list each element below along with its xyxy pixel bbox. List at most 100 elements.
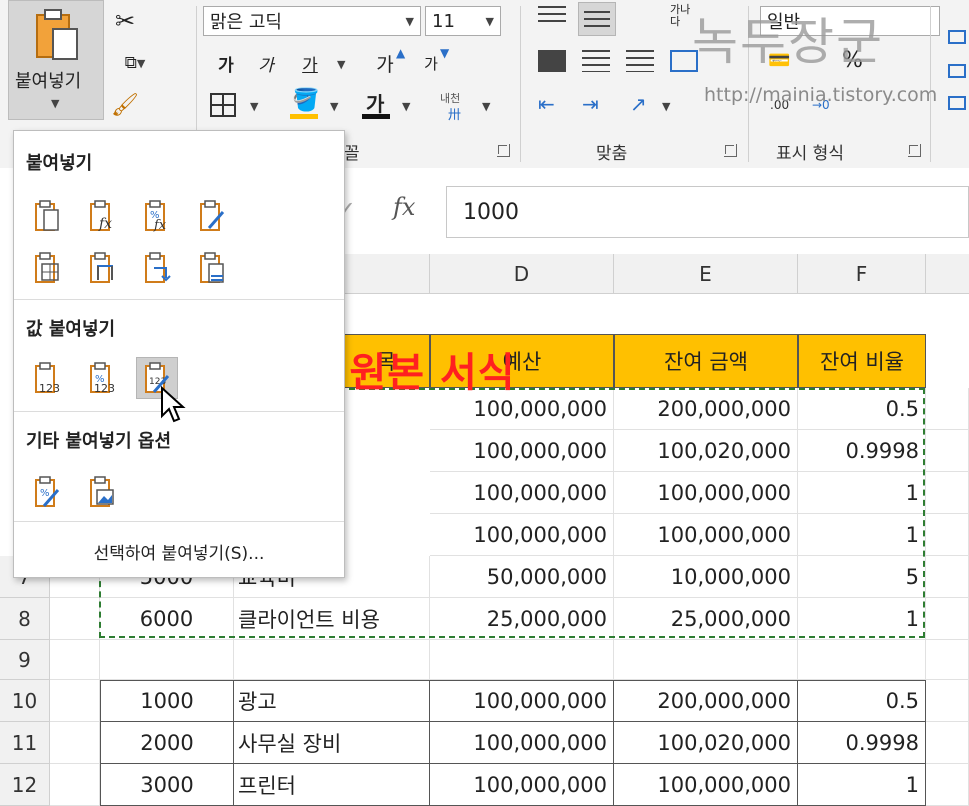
cell-c[interactable]: 사무실 장비 — [234, 722, 430, 764]
font-name-select[interactable]: 맑은 고딕 ▼ — [203, 6, 421, 36]
borders-icon[interactable] — [210, 93, 236, 117]
cell-d[interactable]: 100,000,000 — [430, 722, 614, 764]
cut-icon[interactable]: ✂ — [110, 6, 140, 36]
cell-g[interactable] — [926, 764, 969, 806]
cell-f[interactable]: 0.9998 — [798, 722, 926, 764]
chevron-down-icon[interactable]: ▼ — [250, 100, 258, 113]
grow-arrow-icon: ▲ — [396, 46, 406, 60]
section-paste-title: 붙여넣기 — [26, 153, 93, 174]
align-right-icon[interactable] — [626, 50, 654, 72]
chevron-down-icon[interactable]: ▼ — [482, 100, 490, 113]
cell-g[interactable] — [926, 556, 969, 598]
chevron-down-icon[interactable]: ▼ — [330, 100, 338, 113]
paste-formulas-number-format-icon[interactable]: % fx — [136, 195, 178, 237]
row-header[interactable]: 9 — [0, 640, 50, 680]
cell-e[interactable] — [614, 640, 798, 680]
column-header-c-partial[interactable] — [342, 254, 430, 294]
cell-a[interactable] — [50, 640, 100, 680]
paste-formatting-icon[interactable]: % — [26, 471, 68, 513]
cell-a[interactable] — [50, 722, 100, 764]
font-group-label: 꼴 — [344, 144, 360, 164]
table-format-icon[interactable] — [948, 64, 966, 78]
cell-f[interactable]: 1 — [798, 764, 926, 806]
table-header-cell-f[interactable]: 잔여 비율 — [798, 334, 926, 388]
copy-icon[interactable]: ⧉ ▼ — [110, 48, 160, 78]
paste-icon[interactable] — [26, 195, 68, 237]
cell-d[interactable]: 100,000,000 — [430, 764, 614, 806]
decrease-indent-icon[interactable]: ⇤ — [538, 92, 555, 116]
paste-keep-source-formatting-icon[interactable] — [191, 195, 233, 237]
cell-e[interactable]: 200,000,000 — [614, 680, 798, 722]
column-header-e[interactable]: E — [614, 254, 798, 294]
cell-a[interactable] — [50, 598, 100, 640]
row-header[interactable]: 12 — [0, 764, 50, 806]
bold-button[interactable]: 가 — [212, 50, 240, 76]
chevron-down-icon[interactable]: ▼ — [337, 58, 345, 71]
insert-function-button[interactable]: fx — [393, 193, 415, 221]
formula-input[interactable]: 1000 — [446, 186, 969, 238]
underline-button[interactable]: 가 — [296, 50, 324, 76]
cell-b[interactable]: 1000 — [100, 680, 234, 722]
cell-g[interactable] — [926, 598, 969, 640]
cell-e[interactable]: 100,020,000 — [614, 722, 798, 764]
paste-transpose-icon[interactable] — [136, 247, 178, 289]
row-header[interactable]: 8 — [0, 598, 50, 640]
cell-g[interactable] — [926, 388, 969, 430]
chevron-down-icon[interactable]: ▼ — [662, 100, 670, 113]
number-dialog-launcher-icon[interactable] — [908, 144, 921, 157]
svg-text:%: % — [40, 488, 50, 499]
fill-color-icon[interactable]: 🪣 — [292, 88, 319, 113]
align-center-icon[interactable] — [582, 50, 610, 72]
paste-values-icon[interactable]: 123 — [26, 357, 68, 399]
cell-a[interactable] — [50, 680, 100, 722]
alignment-dialog-launcher-icon[interactable] — [724, 144, 737, 157]
row-header[interactable]: 11 — [0, 722, 50, 764]
cell-d[interactable]: 100,000,000 — [430, 680, 614, 722]
cell-g[interactable] — [926, 680, 969, 722]
paste-special-link[interactable]: 선택하여 붙여넣기(S)... — [14, 539, 344, 564]
format-painter-icon[interactable]: 🖌 — [110, 90, 140, 120]
font-color-button[interactable]: 가 — [366, 88, 384, 117]
cell-c[interactable]: 광고 — [234, 680, 430, 722]
column-header-g-partial[interactable] — [926, 254, 969, 294]
cell-g[interactable] — [926, 722, 969, 764]
cell-d[interactable] — [430, 640, 614, 680]
paste-button[interactable]: 붙여넣기 ▼ — [8, 0, 104, 120]
font-size-select[interactable]: 11 ▼ — [425, 6, 501, 36]
cell-f[interactable]: 0.5 — [798, 680, 926, 722]
cell-b[interactable]: 2000 — [100, 722, 234, 764]
cell-a[interactable] — [50, 764, 100, 806]
cell-styles-icon[interactable] — [948, 96, 966, 110]
cell-e[interactable]: 100,000,000 — [614, 764, 798, 806]
conditional-format-icon[interactable] — [948, 30, 966, 44]
paste-keep-column-widths-icon[interactable] — [81, 247, 123, 289]
table-header-cell-e[interactable]: 잔여 금액 — [614, 334, 798, 388]
paste-formulas-icon[interactable]: fx — [81, 195, 123, 237]
column-header-d[interactable]: D — [430, 254, 614, 294]
cell-g[interactable] — [926, 514, 969, 556]
align-left-icon[interactable] — [538, 50, 566, 72]
cell-c[interactable] — [234, 640, 430, 680]
grow-font-button[interactable]: 가 — [372, 50, 398, 76]
cell-g[interactable] — [926, 640, 969, 680]
italic-button[interactable]: 가 — [252, 50, 280, 76]
paste-values-number-format-icon[interactable]: % 123 — [81, 357, 123, 399]
paste-merge-conditional-icon[interactable] — [191, 247, 233, 289]
chevron-down-icon[interactable]: ▼ — [402, 100, 410, 113]
cell-g[interactable] — [926, 430, 969, 472]
column-header-f[interactable]: F — [798, 254, 926, 294]
cell-b[interactable] — [100, 640, 234, 680]
svg-text:123: 123 — [39, 382, 60, 395]
align-top-icon[interactable] — [538, 6, 566, 30]
increase-indent-icon[interactable]: ⇥ — [582, 92, 599, 116]
cell-g[interactable] — [926, 472, 969, 514]
cell-f[interactable] — [798, 640, 926, 680]
paste-picture-icon[interactable] — [81, 471, 123, 513]
cell-b[interactable]: 3000 — [100, 764, 234, 806]
paste-no-borders-icon[interactable] — [26, 247, 68, 289]
align-middle-icon[interactable] — [578, 2, 616, 36]
cell-c[interactable]: 프린터 — [234, 764, 430, 806]
orientation-icon[interactable]: ↗ — [630, 92, 647, 116]
font-dialog-launcher-icon[interactable] — [497, 144, 510, 157]
row-header[interactable]: 10 — [0, 680, 50, 722]
